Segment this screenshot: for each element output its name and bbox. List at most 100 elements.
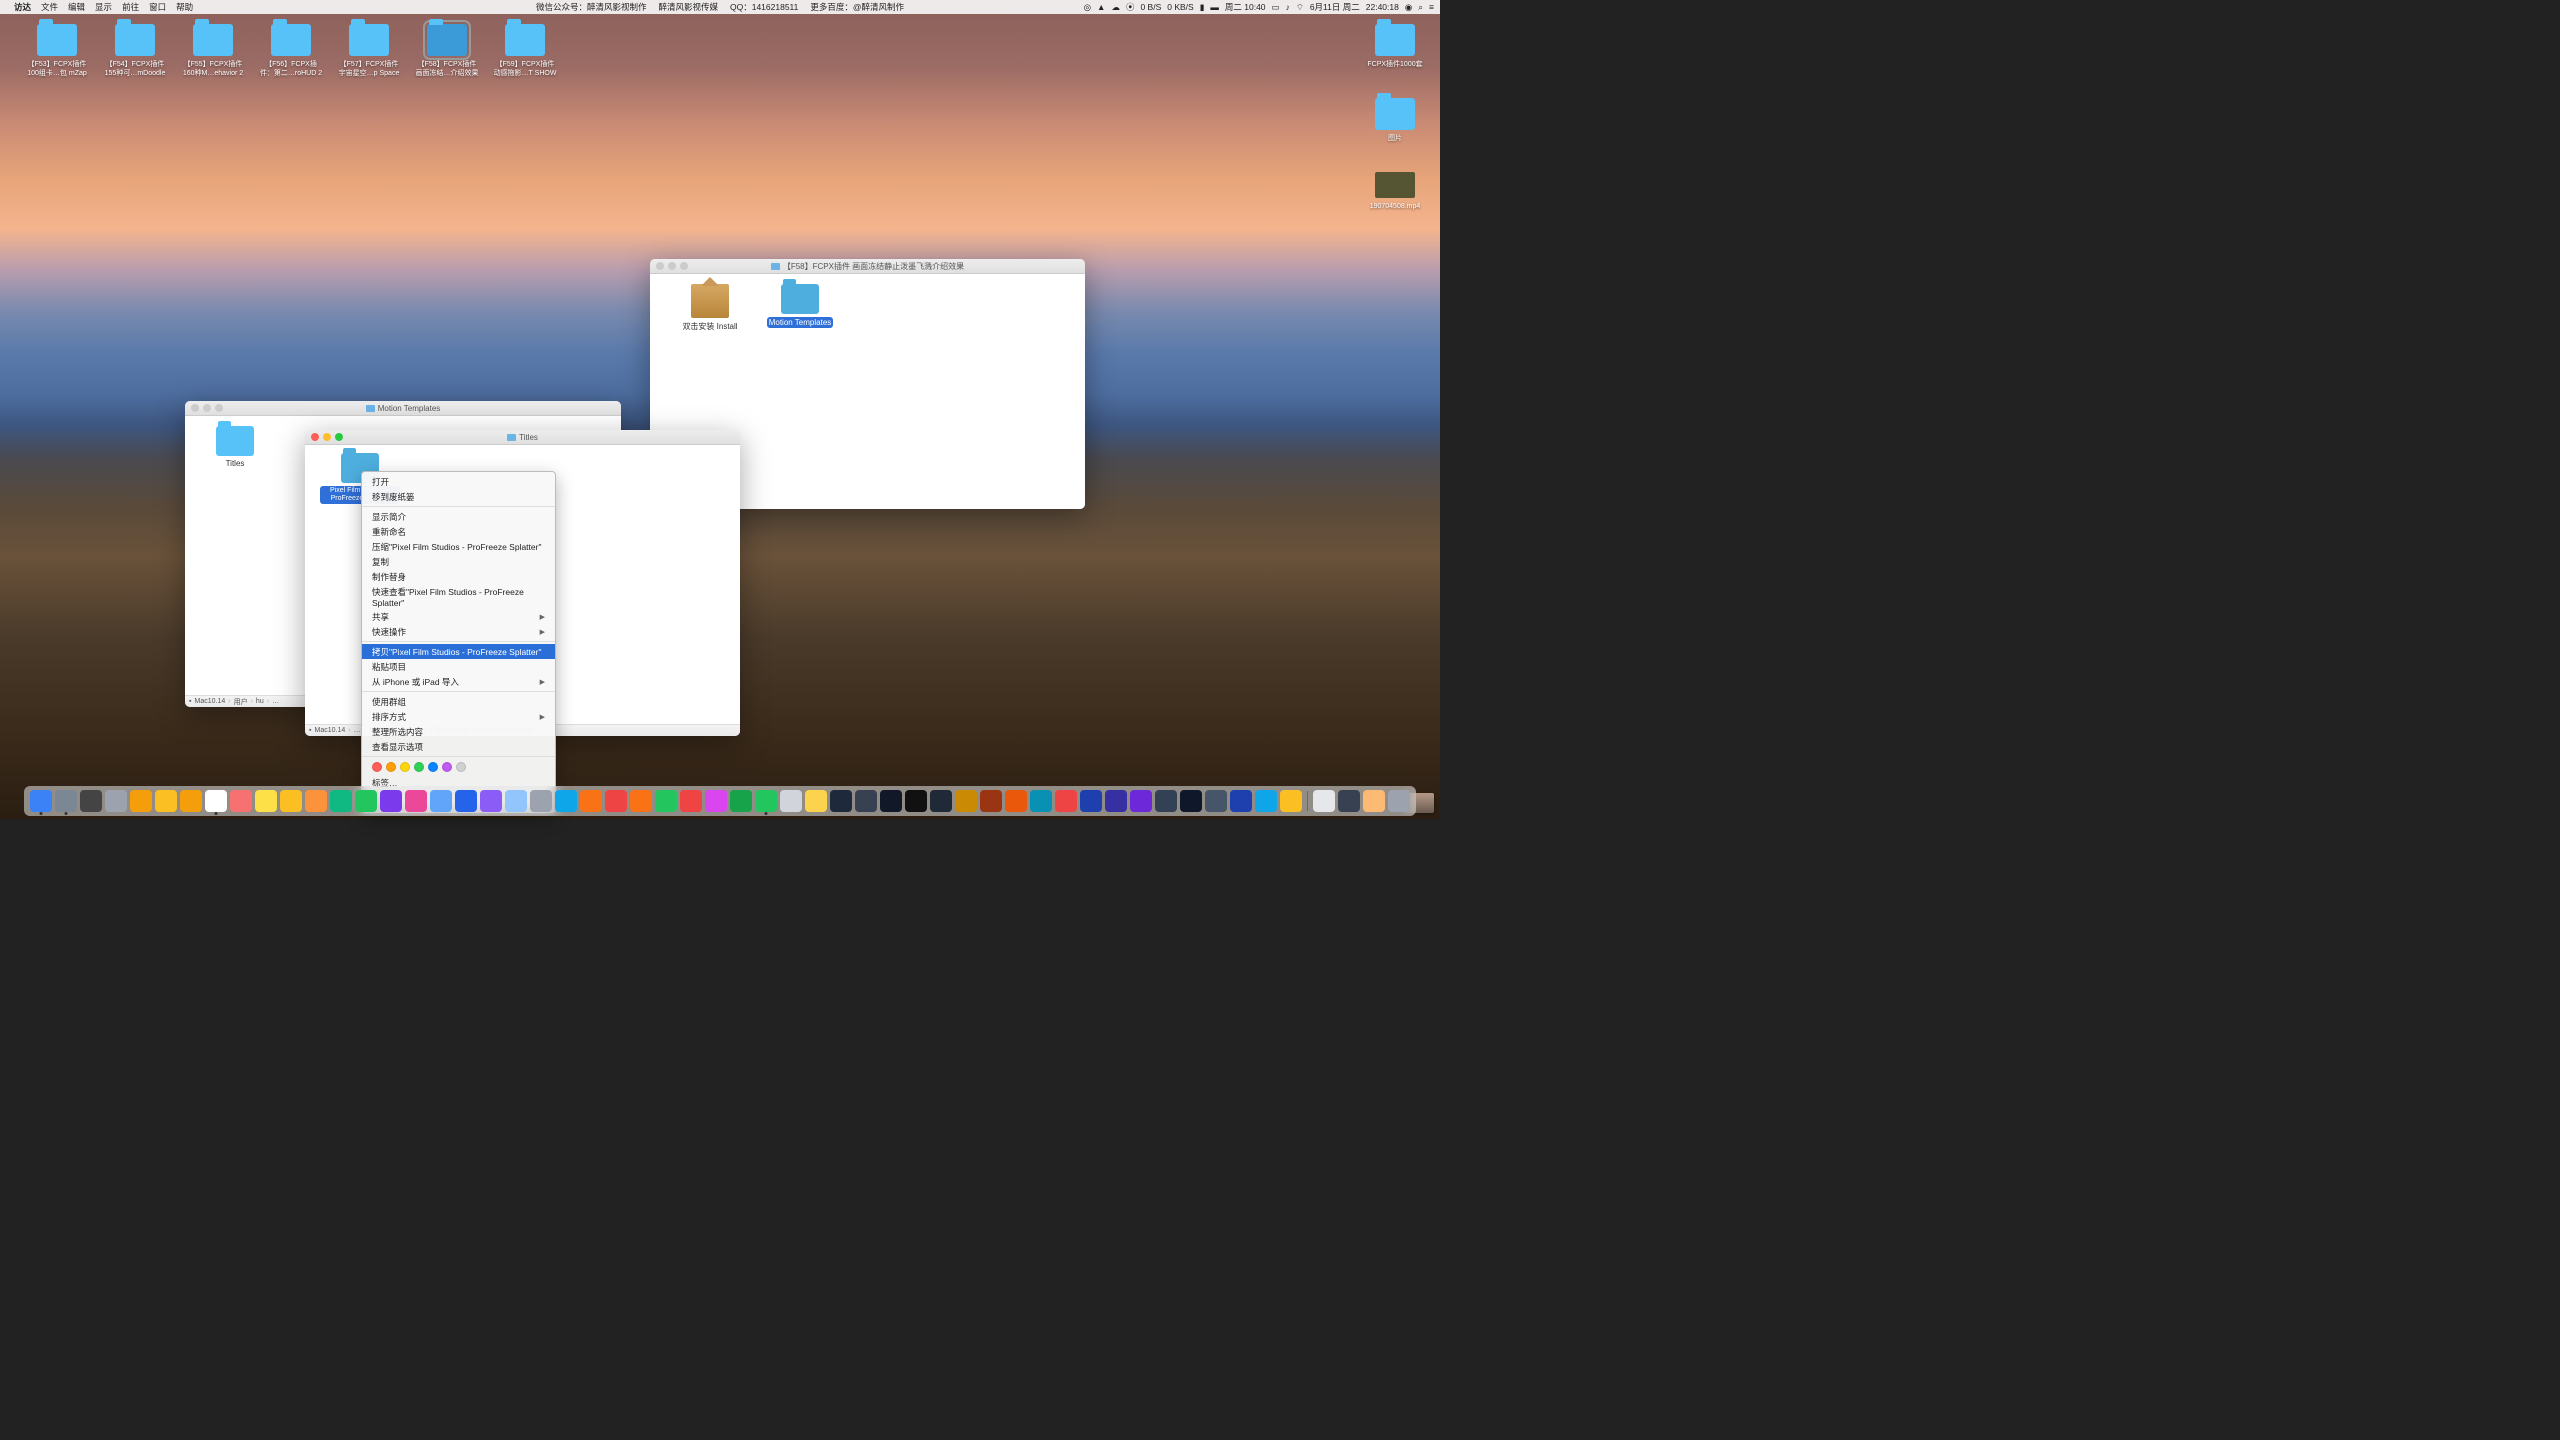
dock-app[interactable] bbox=[305, 790, 327, 812]
dock-app[interactable] bbox=[1388, 790, 1410, 812]
display-icon[interactable]: ▭ bbox=[1272, 2, 1280, 13]
ctx-viewopt[interactable]: 查看显示选项 bbox=[362, 739, 555, 754]
status-icon[interactable]: ☁ bbox=[1111, 2, 1120, 13]
dock-app[interactable] bbox=[905, 790, 927, 812]
desktop-folder[interactable]: 【F54】FCPX插件155种可…mDoodle bbox=[96, 24, 174, 78]
dock-app[interactable] bbox=[605, 790, 627, 812]
dock-app[interactable] bbox=[480, 790, 502, 812]
path-seg[interactable]: Mac10.14 bbox=[194, 698, 225, 705]
dock-app[interactable] bbox=[555, 790, 577, 812]
desktop-folder[interactable]: 【F57】FCPX插件宇宙星空…p Space bbox=[330, 24, 408, 78]
dock-app[interactable] bbox=[505, 790, 527, 812]
ctx-rename[interactable]: 重新命名 bbox=[362, 524, 555, 539]
dock-app[interactable] bbox=[955, 790, 977, 812]
dock-app[interactable] bbox=[380, 790, 402, 812]
dock-app[interactable] bbox=[1205, 790, 1227, 812]
menu-go[interactable]: 前往 bbox=[122, 1, 139, 13]
search-icon[interactable]: ⌕ bbox=[1418, 2, 1423, 13]
path-seg[interactable]: 用户 bbox=[234, 697, 248, 707]
menu-edit[interactable]: 编辑 bbox=[68, 1, 85, 13]
ctx-share[interactable]: 共享▶ bbox=[362, 609, 555, 624]
notification-center-icon[interactable]: ≡ bbox=[1429, 2, 1434, 12]
dock-app[interactable] bbox=[155, 790, 177, 812]
desktop-folder[interactable]: 【F53】FCPX插件100组卡…包 mZap bbox=[18, 24, 96, 78]
dock-app[interactable] bbox=[655, 790, 677, 812]
ctx-open[interactable]: 打开 bbox=[362, 474, 555, 489]
ctx-quick-actions[interactable]: 快速操作▶ bbox=[362, 624, 555, 639]
traffic-lights[interactable] bbox=[311, 433, 343, 441]
dock-app[interactable] bbox=[1255, 790, 1277, 812]
dock-app[interactable] bbox=[280, 790, 302, 812]
volume-icon[interactable]: ♪ bbox=[1286, 2, 1290, 12]
ctx-compress[interactable]: 压缩"Pixel Film Studios - ProFreeze Splatt… bbox=[362, 539, 555, 554]
dock-app[interactable] bbox=[130, 790, 152, 812]
dock-app[interactable] bbox=[1280, 790, 1302, 812]
dock-app[interactable] bbox=[980, 790, 1002, 812]
dock-app[interactable] bbox=[230, 790, 252, 812]
dock-app[interactable] bbox=[1313, 790, 1335, 812]
dock-app[interactable] bbox=[1363, 790, 1385, 812]
dock[interactable] bbox=[24, 786, 1416, 816]
desktop-video[interactable]: 190704508.mp4 bbox=[1356, 172, 1434, 211]
dock-app[interactable] bbox=[30, 790, 52, 812]
battery-icon[interactable]: ▮ bbox=[1200, 2, 1205, 13]
dock-app[interactable] bbox=[330, 790, 352, 812]
siri-icon[interactable]: ◉ bbox=[1405, 2, 1412, 13]
path-seg[interactable]: Mac10.14 bbox=[314, 727, 345, 734]
tag-color[interactable] bbox=[400, 762, 410, 772]
menu-help[interactable]: 帮助 bbox=[176, 1, 193, 13]
dock-app[interactable] bbox=[405, 790, 427, 812]
ctx-import[interactable]: 从 iPhone 或 iPad 导入▶ bbox=[362, 674, 555, 689]
app-menu[interactable]: 访达 bbox=[14, 1, 31, 13]
traffic-lights[interactable] bbox=[656, 262, 688, 270]
dock-app[interactable] bbox=[1005, 790, 1027, 812]
tag-color[interactable] bbox=[428, 762, 438, 772]
dock-app[interactable] bbox=[1055, 790, 1077, 812]
ctx-alias[interactable]: 制作替身 bbox=[362, 569, 555, 584]
dock-app[interactable] bbox=[1080, 790, 1102, 812]
pkg-install[interactable]: 双击安装 Install bbox=[675, 284, 745, 332]
folder-motion-templates[interactable]: Motion Templates bbox=[765, 284, 835, 328]
dock-app[interactable] bbox=[730, 790, 752, 812]
dock-app[interactable] bbox=[455, 790, 477, 812]
dock-app[interactable] bbox=[355, 790, 377, 812]
wifi-icon[interactable]: ⌔ bbox=[1296, 2, 1304, 13]
desktop-folder[interactable]: FCPX插件1000套 bbox=[1356, 24, 1434, 69]
dock-app[interactable] bbox=[930, 790, 952, 812]
folder-titles[interactable]: Titles bbox=[200, 426, 270, 468]
status-icon[interactable]: ▲ bbox=[1097, 2, 1105, 12]
dock-app[interactable] bbox=[1130, 790, 1152, 812]
dock-app[interactable] bbox=[1230, 790, 1252, 812]
dock-app[interactable] bbox=[805, 790, 827, 812]
dock-app[interactable] bbox=[1155, 790, 1177, 812]
status-icon[interactable]: ◎ bbox=[1084, 2, 1091, 13]
ctx-group[interactable]: 使用群组 bbox=[362, 694, 555, 709]
ctx-clean[interactable]: 整理所选内容 bbox=[362, 724, 555, 739]
dock-app[interactable] bbox=[880, 790, 902, 812]
desktop-folder[interactable]: 图片 bbox=[1356, 98, 1434, 143]
dock-app[interactable] bbox=[680, 790, 702, 812]
dock-app[interactable] bbox=[105, 790, 127, 812]
menu-file[interactable]: 文件 bbox=[41, 1, 58, 13]
desktop-folder[interactable]: 【F56】FCPX插件：第二…roHUD 2 bbox=[252, 24, 330, 78]
ctx-sort[interactable]: 排序方式▶ bbox=[362, 709, 555, 724]
dock-app[interactable] bbox=[705, 790, 727, 812]
dock-app[interactable] bbox=[430, 790, 452, 812]
dock-app[interactable] bbox=[80, 790, 102, 812]
ctx-info[interactable]: 显示简介 bbox=[362, 509, 555, 524]
desktop-folder[interactable]: 【F59】FCPX插件动感拖影…T SHOW bbox=[486, 24, 564, 78]
path-seg[interactable]: hu bbox=[256, 698, 264, 705]
dock-app[interactable] bbox=[755, 790, 777, 812]
ctx-tag-colors[interactable] bbox=[362, 759, 555, 775]
dock-app[interactable] bbox=[580, 790, 602, 812]
tag-color[interactable] bbox=[414, 762, 424, 772]
dock-app[interactable] bbox=[180, 790, 202, 812]
dock-app[interactable] bbox=[55, 790, 77, 812]
status-icon[interactable]: ▬ bbox=[1210, 2, 1219, 12]
status-icon[interactable]: ⦿ bbox=[1126, 1, 1135, 13]
dock-app[interactable] bbox=[630, 790, 652, 812]
dock-app[interactable] bbox=[780, 790, 802, 812]
dock-app[interactable] bbox=[255, 790, 277, 812]
tag-color[interactable] bbox=[386, 762, 396, 772]
traffic-lights[interactable] bbox=[191, 404, 223, 412]
